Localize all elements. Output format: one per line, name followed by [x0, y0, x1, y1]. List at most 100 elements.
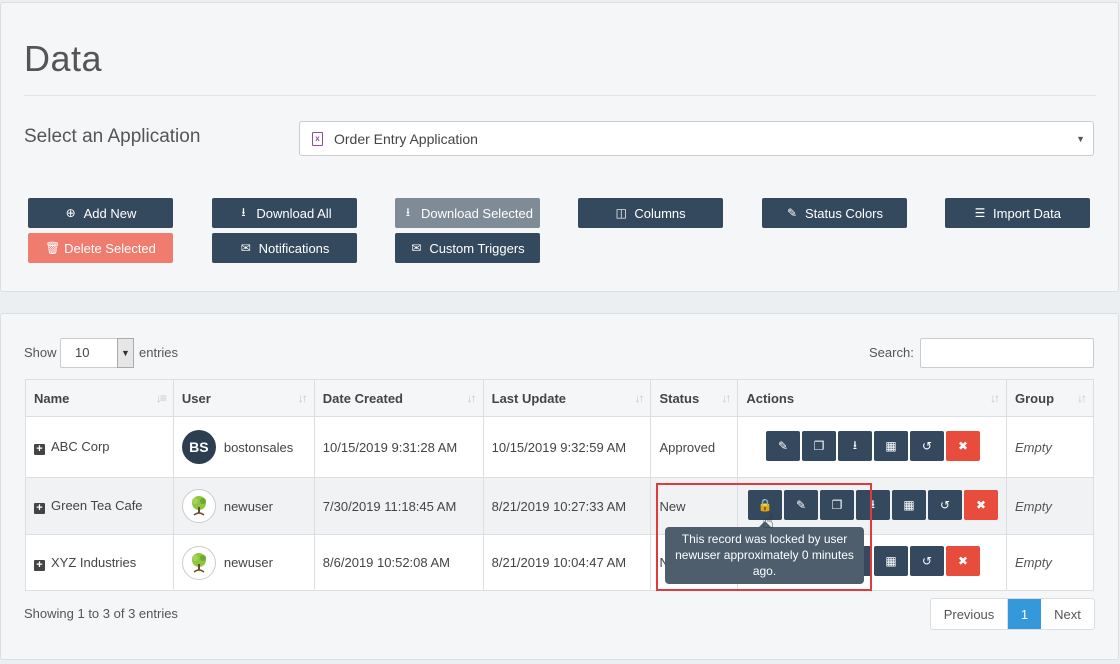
application-select-value: Order Entry Application [334, 130, 478, 147]
columns-button[interactable]: ◫ Columns [578, 198, 723, 228]
column-header-last-update[interactable]: Last Update ↓↑ [482, 379, 652, 417]
history-icon: ↺ [921, 439, 933, 453]
download-selected-button[interactable]: ⭳ Download Selected [395, 198, 540, 228]
column-header-label: User [181, 390, 211, 406]
import-data-button[interactable]: ☰ Import Data [945, 198, 1090, 228]
last-update-cell: 8/21/2019 10:04:47 AM [482, 534, 652, 591]
close-icon: ✖ [975, 498, 987, 512]
history-button[interactable]: ↺ [928, 490, 962, 520]
expand-row-icon[interactable]: + [34, 503, 45, 514]
user-name: newuser [223, 555, 273, 570]
calendar-button[interactable]: ▦ [874, 431, 908, 461]
user-name: newuser [223, 498, 273, 514]
sort-icon: ↓↑ [1077, 391, 1087, 405]
column-header-label: Group [1015, 390, 1055, 406]
sort-icon: ↓↑ [634, 391, 644, 405]
calendar-icon: ▦ [885, 439, 897, 453]
title-divider [24, 95, 1096, 96]
column-header-group[interactable]: Group ↓↑ [1006, 379, 1094, 417]
application-select[interactable]: x Order Entry Application ▼ [299, 121, 1094, 156]
highlight-box [656, 483, 872, 591]
close-icon: ✖ [957, 439, 969, 453]
add-new-button[interactable]: ⊕ Add New [28, 198, 173, 228]
show-label: Show [24, 345, 57, 360]
chevron-down-icon: ▼ [1076, 134, 1085, 144]
column-header-label: Name [34, 390, 70, 406]
column-header-label: Status [659, 390, 700, 406]
download-all-label: Download All [256, 205, 332, 221]
columns-icon: ◫ [615, 206, 628, 220]
avatar: BS [181, 430, 216, 464]
calendar-icon: ▦ [903, 498, 915, 512]
search-input[interactable] [920, 338, 1094, 368]
group-cell: Empty [1006, 534, 1094, 591]
column-header-status[interactable]: Status ↓↑ [650, 379, 739, 417]
previous-button[interactable]: Previous [931, 599, 1008, 629]
record-name: XYZ Industries [51, 554, 137, 570]
notifications-button[interactable]: ✉ Notifications [212, 233, 357, 263]
chevron-down-icon: ▼ [117, 338, 134, 368]
download-all-button[interactable]: ⭳ Download All [212, 198, 357, 228]
status-colors-button[interactable]: ✎ Status Colors [762, 198, 907, 228]
calendar-icon: ▦ [885, 554, 897, 568]
download-icon: ⭳ [852, 437, 858, 452]
excel-file-icon: x [312, 132, 323, 146]
database-icon: ☰ [974, 206, 986, 220]
last-update-cell: 8/21/2019 10:27:33 AM [482, 477, 652, 535]
notifications-label: Notifications [258, 240, 330, 256]
column-header-actions[interactable]: Actions ↓↑ [737, 379, 1008, 417]
envelope-icon: ✉ [411, 241, 422, 255]
column-header-date-created[interactable]: Date Created ↓↑ [313, 379, 484, 417]
column-header-label: Date Created [322, 390, 403, 406]
edit-button[interactable]: ✎ [766, 431, 800, 461]
calendar-button[interactable]: ▦ [892, 490, 926, 520]
sort-icon: ↓↑ [990, 391, 1000, 405]
expand-row-icon[interactable]: + [34, 444, 45, 455]
history-button[interactable]: ↺ [910, 431, 944, 461]
column-header-user[interactable]: User ↓↑ [172, 379, 315, 417]
name-cell: + XYZ Industries [25, 534, 174, 591]
column-header-label: Last Update [491, 390, 567, 406]
app-select-label: Select an Application [24, 126, 201, 147]
date-created-cell: 7/30/2019 11:18:45 AM [313, 477, 484, 535]
expand-row-icon[interactable]: + [34, 559, 45, 571]
name-cell: + Green Tea Cafe [25, 477, 174, 535]
delete-button[interactable]: ✖ [964, 490, 998, 520]
history-icon: ↺ [921, 554, 933, 568]
group-cell: Empty [1006, 477, 1094, 535]
add-new-label: Add New [83, 205, 137, 221]
custom-triggers-button[interactable]: ✉ Custom Triggers [395, 233, 540, 263]
date-created-cell: 8/6/2019 10:52:08 AM [313, 534, 484, 591]
tree-logo-icon [191, 496, 206, 516]
status-cell: Approved [650, 416, 739, 478]
next-button[interactable]: Next [1041, 599, 1094, 629]
custom-triggers-label: Custom Triggers [429, 240, 525, 256]
calendar-button[interactable]: ▦ [874, 546, 908, 576]
group-cell: Empty [1006, 416, 1094, 478]
sort-icon: ↓↑ [721, 391, 731, 405]
download-button[interactable]: ⭳ [838, 431, 872, 461]
close-icon: ✖ [957, 554, 969, 568]
delete-button[interactable]: ✖ [946, 546, 980, 576]
hand-cursor-icon: ☝ [762, 511, 775, 533]
user-name: bostonsales [223, 439, 294, 455]
delete-button[interactable]: ✖ [946, 431, 980, 461]
page-button-1[interactable]: 1 [1008, 599, 1041, 629]
columns-label: Columns [634, 205, 686, 221]
download-selected-label: Download Selected [420, 205, 534, 221]
user-cell: newuser [172, 534, 315, 591]
record-name: ABC Corp [51, 439, 110, 454]
delete-selected-button[interactable]: 🗑 Delete Selected [28, 233, 173, 263]
name-cell: + ABC Corp [25, 416, 174, 478]
column-header-name[interactable]: Name ↓≡ [25, 379, 174, 417]
search-label: Search: [869, 345, 914, 360]
avatar [181, 545, 216, 580]
copy-icon: ❐ [813, 439, 825, 453]
page-length-select[interactable]: 10 ▼ [60, 338, 134, 368]
copy-button[interactable]: ❐ [802, 431, 836, 461]
user-cell: newuser [172, 477, 315, 535]
import-data-label: Import Data [993, 205, 1061, 221]
tree-logo-icon [191, 552, 206, 573]
history-button[interactable]: ↺ [910, 546, 944, 576]
last-update-cell: 10/15/2019 9:32:59 AM [482, 416, 652, 478]
